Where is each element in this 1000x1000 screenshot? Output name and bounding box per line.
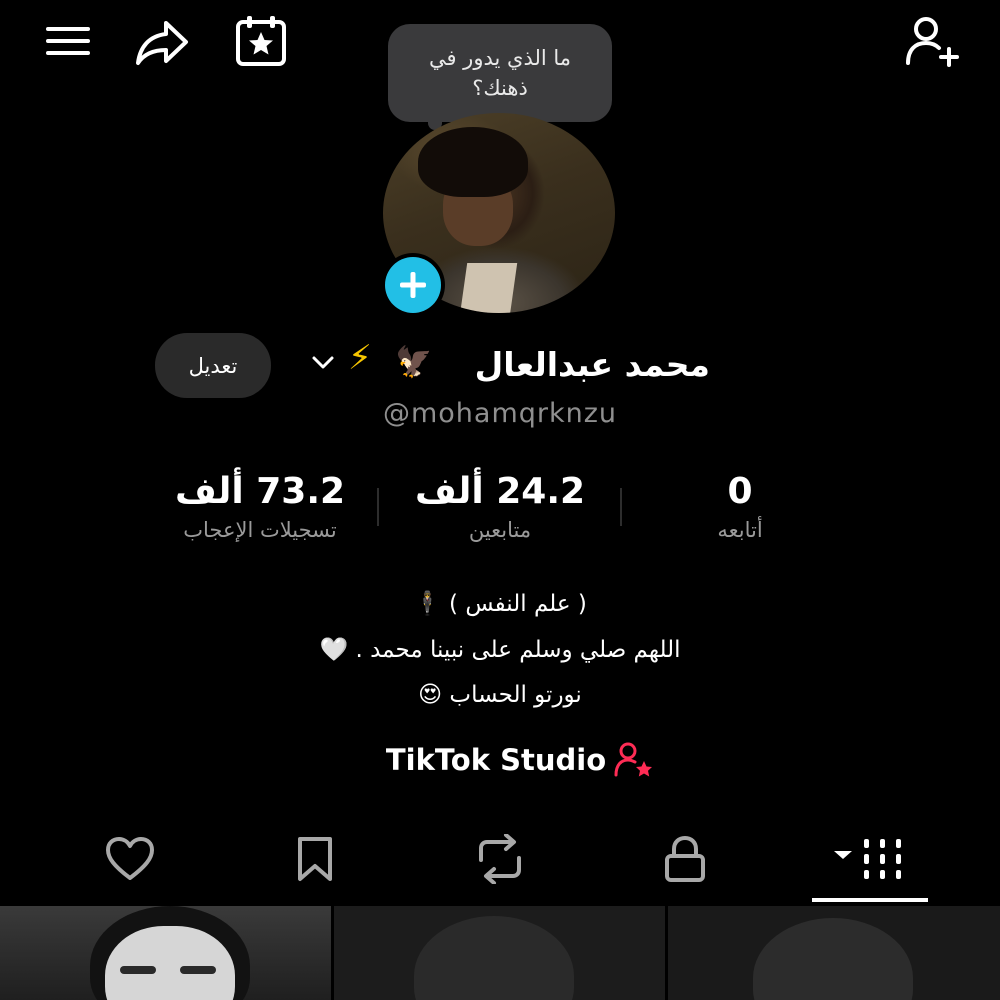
calendar-button[interactable] xyxy=(231,12,291,70)
calendar-star-icon xyxy=(236,16,286,66)
menu-icon xyxy=(46,27,90,55)
profile-tabs xyxy=(0,820,1000,902)
add-friend-button[interactable] xyxy=(900,12,964,70)
video-thumbnail[interactable] xyxy=(0,906,331,1000)
tab-reposts[interactable] xyxy=(430,820,570,898)
account-switch-button[interactable] xyxy=(310,352,336,376)
menu-button[interactable] xyxy=(40,18,96,64)
stat-likes[interactable]: 73.2 ألف تسجيلات الإعجاب xyxy=(150,470,370,542)
profile-name: محمد عبدالعال xyxy=(474,345,710,384)
tiktok-studio-link[interactable]: TikTok Studio xyxy=(370,735,670,785)
stat-likes-value: 73.2 ألف xyxy=(174,471,346,512)
tab-liked[interactable] xyxy=(60,820,200,898)
grid-icon xyxy=(834,839,901,879)
video-thumbnail[interactable] xyxy=(334,906,665,1000)
bio-line-1: ( علم النفس ) 🕴 xyxy=(413,591,587,617)
stat-following[interactable]: 0 أتابعه xyxy=(660,470,820,542)
stat-following-value: 0 xyxy=(727,471,753,512)
stat-followers[interactable]: 24.2 ألف متابعين xyxy=(395,470,605,542)
bookmark-icon xyxy=(298,837,332,881)
tab-videos[interactable] xyxy=(800,820,940,898)
stat-followers-value: 24.2 ألف xyxy=(414,471,586,512)
tab-favorites[interactable] xyxy=(245,820,385,898)
repost-icon xyxy=(479,834,521,884)
add-user-icon xyxy=(906,17,959,67)
heart-icon xyxy=(106,837,154,880)
edit-profile-label: تعديل xyxy=(188,353,238,378)
stat-following-label: أتابعه xyxy=(717,518,763,542)
note-bubble[interactable]: ما الذي يدور في ذهنك؟ xyxy=(388,24,612,122)
tiktok-studio-label: TikTok Studio xyxy=(385,743,607,777)
share-button[interactable] xyxy=(132,16,192,68)
creator-star-icon xyxy=(614,742,653,777)
share-icon xyxy=(136,21,188,65)
bio-line-3: نورتو الحساب 😍 xyxy=(418,682,582,708)
video-thumbnail[interactable] xyxy=(668,906,1000,1000)
edit-profile-button[interactable]: تعديل xyxy=(155,333,271,398)
tab-private[interactable] xyxy=(615,820,755,898)
lock-icon xyxy=(665,835,705,882)
chevron-down-icon xyxy=(312,356,334,369)
add-story-button[interactable] xyxy=(381,253,445,317)
profile-username: @mohamqrknzu xyxy=(382,398,618,429)
stat-followers-label: متابعين xyxy=(468,518,532,542)
stat-divider xyxy=(620,488,622,526)
note-bubble-text: ما الذي يدور في ذهنك؟ xyxy=(428,46,572,100)
stat-likes-label: تسجيلات الإعجاب xyxy=(183,518,337,542)
bio-line-2: اللهم صلي وسلم على نبينا محمد . 🤍 xyxy=(319,637,681,663)
stat-divider xyxy=(377,488,379,526)
active-tab-indicator xyxy=(812,898,928,902)
plus-icon xyxy=(400,272,426,298)
